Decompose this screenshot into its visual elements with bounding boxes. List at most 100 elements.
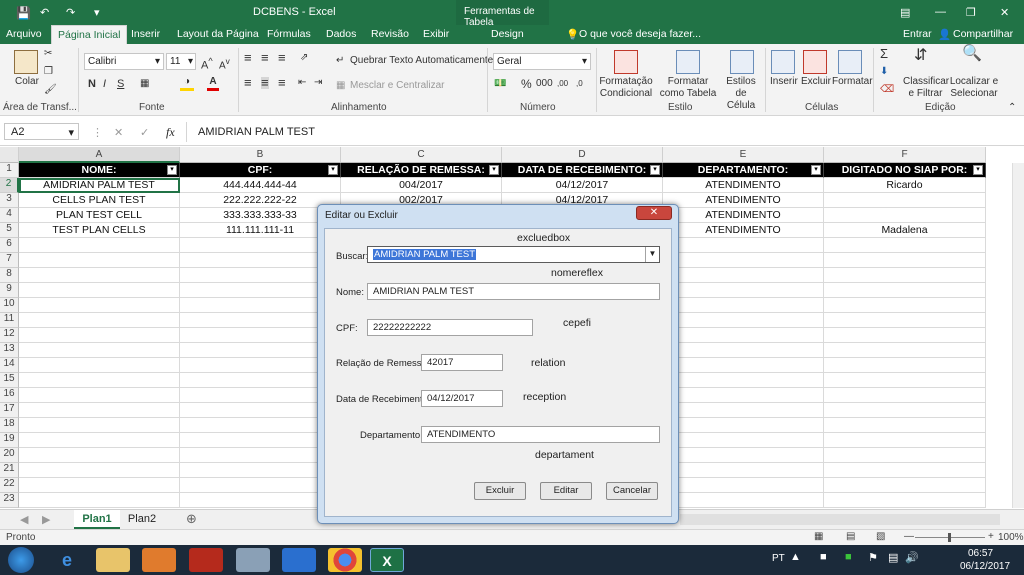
relation-field[interactable]: 42017 [421, 354, 503, 371]
table-cell[interactable]: AMIDRIAN PALM TEST [19, 178, 180, 193]
chevron-down-icon[interactable]: ▼ [645, 247, 659, 262]
row-header[interactable]: 22 [0, 478, 19, 493]
media-player-icon[interactable] [142, 548, 176, 572]
cancel-formula-icon[interactable]: ✕ [114, 126, 123, 139]
action-center-icon[interactable]: ⚑ [868, 551, 878, 564]
table-header-cell[interactable]: DEPARTAMENTO: ▾ [663, 163, 824, 178]
empty-cell[interactable] [19, 418, 180, 433]
empty-cell[interactable] [19, 328, 180, 343]
calculator-icon[interactable] [236, 548, 270, 572]
column-header-d[interactable]: D [502, 147, 663, 163]
column-header-c[interactable]: C [341, 147, 502, 163]
empty-cell[interactable] [663, 343, 824, 358]
row-header[interactable]: 10 [0, 298, 19, 313]
empty-cell[interactable] [663, 358, 824, 373]
empty-cell[interactable] [19, 493, 180, 508]
cell-styles-icon[interactable] [730, 50, 754, 74]
empty-cell[interactable] [824, 358, 986, 373]
tab-revisao[interactable]: Revisão [371, 28, 409, 40]
empty-cell[interactable] [19, 268, 180, 283]
select-all-corner[interactable] [0, 147, 19, 163]
align-center-icon[interactable]: ≡ [261, 76, 269, 89]
quick-access-dropdown-icon[interactable]: ▾ [94, 6, 100, 19]
network-icon[interactable]: ▤ [888, 551, 898, 564]
empty-cell[interactable] [19, 448, 180, 463]
empty-cell[interactable] [19, 238, 180, 253]
empty-cell[interactable] [19, 388, 180, 403]
increase-indent-icon[interactable]: ⇥ [314, 77, 322, 89]
table-header-cell[interactable]: NOME: ▾ [19, 163, 180, 178]
cut-icon[interactable]: ✂ [44, 48, 52, 60]
edit-button[interactable]: Editar [540, 482, 592, 500]
row-header[interactable]: 17 [0, 403, 19, 418]
language-indicator[interactable]: PT [772, 553, 785, 564]
row-header[interactable]: 21 [0, 463, 19, 478]
zoom-slider-thumb[interactable] [948, 533, 951, 542]
empty-cell[interactable] [663, 298, 824, 313]
scroll-tabs-left-icon[interactable]: ◀ [20, 513, 28, 526]
borders-icon[interactable]: ▦ [140, 78, 149, 90]
orientation-icon[interactable]: ⇗ [300, 52, 308, 64]
empty-cell[interactable] [824, 343, 986, 358]
tray-app-icon[interactable]: ■ [845, 551, 852, 563]
empty-cell[interactable] [663, 463, 824, 478]
column-header-f[interactable]: F [824, 147, 986, 163]
maximize-icon[interactable]: ❐ [966, 6, 976, 19]
share-button[interactable]: Compartilhar [953, 28, 1013, 40]
row-header[interactable]: 20 [0, 448, 19, 463]
row-header[interactable]: 5 [0, 223, 19, 238]
empty-cell[interactable] [824, 403, 986, 418]
dialog-close-button[interactable]: ✕ [636, 206, 672, 220]
format-cells-button[interactable]: Formatar [832, 76, 873, 88]
horizontal-scrollbar[interactable] [680, 514, 1000, 525]
normal-view-icon[interactable]: ▦ [814, 531, 823, 542]
sort-filter-button[interactable]: Classificar e Filtrar [903, 76, 949, 100]
page-break-view-icon[interactable]: ▧ [876, 531, 885, 542]
zoom-out-icon[interactable]: — [904, 531, 914, 542]
tab-pagina-inicial[interactable]: Página Inicial [51, 25, 128, 44]
empty-cell[interactable] [824, 328, 986, 343]
row-header[interactable]: 18 [0, 418, 19, 433]
shrink-font-icon[interactable]: Av [219, 55, 230, 72]
row-header[interactable]: 16 [0, 388, 19, 403]
tab-arquivo[interactable]: Arquivo [6, 28, 42, 40]
tab-formulas[interactable]: Fórmulas [267, 28, 311, 40]
fill-color-icon[interactable]: ◑ [180, 76, 194, 91]
scroll-tabs-right-icon[interactable]: ▶ [42, 513, 50, 526]
filter-dropdown-icon[interactable]: ▾ [973, 165, 983, 175]
empty-cell[interactable] [663, 373, 824, 388]
search-icon[interactable]: 🔍 [962, 46, 982, 62]
name-box[interactable]: A2 ▾ [4, 123, 79, 140]
grow-font-icon[interactable]: A^ [201, 55, 213, 72]
empty-cell[interactable] [824, 283, 986, 298]
table-cell[interactable] [824, 193, 986, 208]
tell-me-search[interactable]: O que você deseja fazer... [579, 28, 701, 40]
filter-dropdown-icon[interactable]: ▾ [328, 165, 338, 175]
find-select-button[interactable]: Localizar e Selecionar [949, 76, 999, 100]
empty-cell[interactable] [663, 238, 824, 253]
font-name-select[interactable]: Calibri ▾ [84, 53, 164, 70]
clear-icon[interactable]: ⌫ [880, 84, 894, 96]
currency-icon[interactable]: 💵 [494, 78, 506, 90]
empty-cell[interactable] [824, 433, 986, 448]
cpf-field[interactable]: 22222222222 [367, 319, 533, 336]
insert-cells-button[interactable]: Inserir [770, 76, 798, 88]
table-cell[interactable]: Ricardo [824, 178, 986, 193]
row-header[interactable]: 1 [0, 163, 19, 178]
page-layout-view-icon[interactable]: ▤ [846, 531, 855, 542]
sheet-tab-plan2[interactable]: Plan2 [123, 510, 161, 529]
italic-icon[interactable]: I [103, 78, 106, 90]
add-sheet-icon[interactable]: ⊕ [186, 511, 197, 527]
undo-icon[interactable]: ↶ [40, 6, 49, 19]
clock-time[interactable]: 06:57 [968, 548, 993, 559]
empty-cell[interactable] [19, 343, 180, 358]
vertical-scrollbar[interactable] [1012, 163, 1024, 508]
row-header[interactable]: 14 [0, 358, 19, 373]
table-header-cell[interactable]: DATA DE RECEBIMENTO: ▾ [502, 163, 663, 178]
reception-date-field[interactable]: 04/12/2017 [421, 390, 503, 407]
ribbon-display-icon[interactable]: ▤ [900, 6, 910, 19]
empty-cell[interactable] [824, 253, 986, 268]
decrease-decimal-icon[interactable]: ,0 [576, 78, 583, 90]
sort-filter-icon[interactable]: ⇵ [914, 48, 927, 64]
autosum-icon[interactable]: Σ [880, 47, 888, 60]
